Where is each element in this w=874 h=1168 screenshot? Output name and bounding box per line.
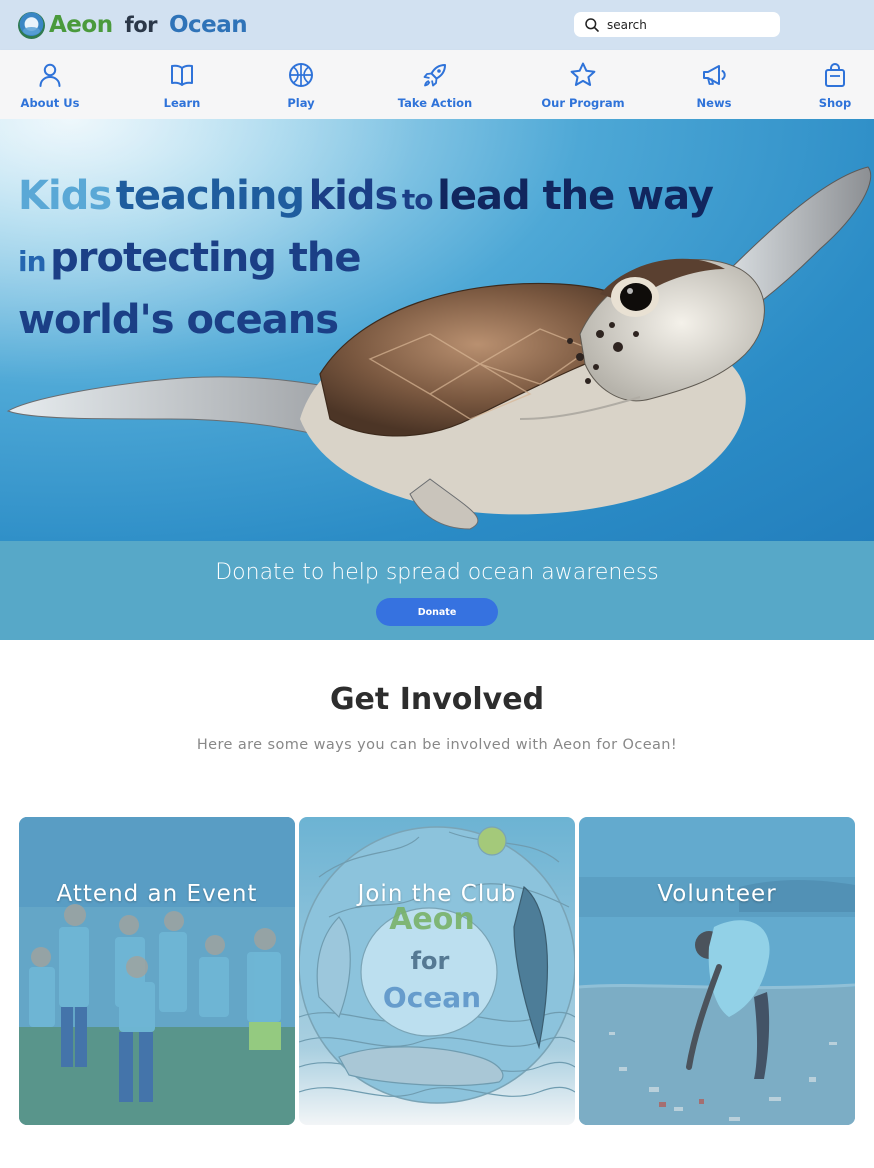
- card-label: Volunteer: [657, 881, 777, 907]
- card-attend-event[interactable]: Attend an Event: [19, 817, 295, 1125]
- hero-word: protecting the: [50, 235, 361, 281]
- club-logo-aeon: Aeon: [389, 902, 475, 937]
- globe-logo-icon: [18, 11, 45, 39]
- card-label: Attend an Event: [56, 881, 258, 907]
- card-join-club[interactable]: Aeon for Ocean Join the Club: [299, 817, 575, 1125]
- hero-word: lead the way: [437, 173, 714, 219]
- hero-banner: Kids teaching kids to lead the way in pr…: [0, 119, 874, 541]
- book-icon: [171, 64, 193, 86]
- shopping-bag-icon: [825, 63, 845, 87]
- megaphone-icon: [703, 65, 726, 85]
- donate-button[interactable]: Donate: [376, 598, 498, 626]
- user-icon: [39, 63, 61, 87]
- card-label: Join the Club: [357, 881, 517, 907]
- nav-label: Our Program: [541, 96, 625, 110]
- event-group-photo: [19, 817, 295, 1125]
- nav-item-our-program[interactable]: Our Program: [541, 50, 625, 119]
- section-title: Get Involved: [329, 682, 545, 717]
- club-logo-for: for: [411, 947, 450, 975]
- donate-banner: Donate to help spread ocean awareness Do…: [0, 541, 874, 640]
- nav-item-shop[interactable]: Shop: [815, 50, 855, 119]
- nav-label: About Us: [20, 96, 80, 110]
- main-nav: About Us Learn Play Take Action Our Prog…: [0, 50, 874, 119]
- club-logo-ocean: Ocean: [383, 981, 481, 1014]
- hero-headline: Kids teaching kids to lead the way in pr…: [18, 169, 714, 355]
- nav-item-learn[interactable]: Learn: [156, 50, 208, 119]
- hero-word: kids: [308, 173, 399, 219]
- nav-label: Learn: [163, 96, 201, 110]
- search-input[interactable]: [607, 17, 777, 32]
- nav-item-about-us[interactable]: About Us: [14, 50, 86, 119]
- top-bar: Aeon for Ocean: [0, 0, 874, 50]
- club-logo-art: Aeon for Ocean: [299, 817, 575, 1125]
- beach-cleanup-photo: [579, 817, 855, 1125]
- logo-ocean-text: Ocean: [169, 12, 248, 38]
- nav-label: Shop: [818, 96, 852, 110]
- nav-item-take-action[interactable]: Take Action: [397, 50, 473, 119]
- hero-word: in: [18, 245, 47, 278]
- hero-word: teaching: [115, 173, 305, 219]
- hero-word: world's oceans: [18, 297, 339, 343]
- site-logo[interactable]: Aeon for Ocean: [18, 8, 248, 42]
- card-volunteer[interactable]: Volunteer: [579, 817, 855, 1125]
- donate-message: Donate to help spread ocean awareness: [215, 560, 659, 585]
- section-subtitle: Here are some ways you can be involved w…: [196, 737, 678, 753]
- basketball-icon: [289, 63, 313, 87]
- hero-word: to: [401, 183, 434, 216]
- logo-aeon-text: Aeon: [49, 12, 113, 38]
- search-box[interactable]: [574, 12, 780, 37]
- logo-for-text: for: [124, 13, 158, 37]
- nav-item-news[interactable]: News: [692, 50, 736, 119]
- rocket-icon: [423, 64, 446, 87]
- nav-item-play[interactable]: Play: [281, 50, 321, 119]
- hero-word: Kids: [18, 173, 112, 219]
- search-icon[interactable]: [584, 17, 600, 33]
- star-icon: [570, 62, 596, 86]
- nav-label: Take Action: [397, 96, 473, 110]
- nav-label: News: [696, 96, 732, 110]
- nav-label: Play: [287, 96, 315, 110]
